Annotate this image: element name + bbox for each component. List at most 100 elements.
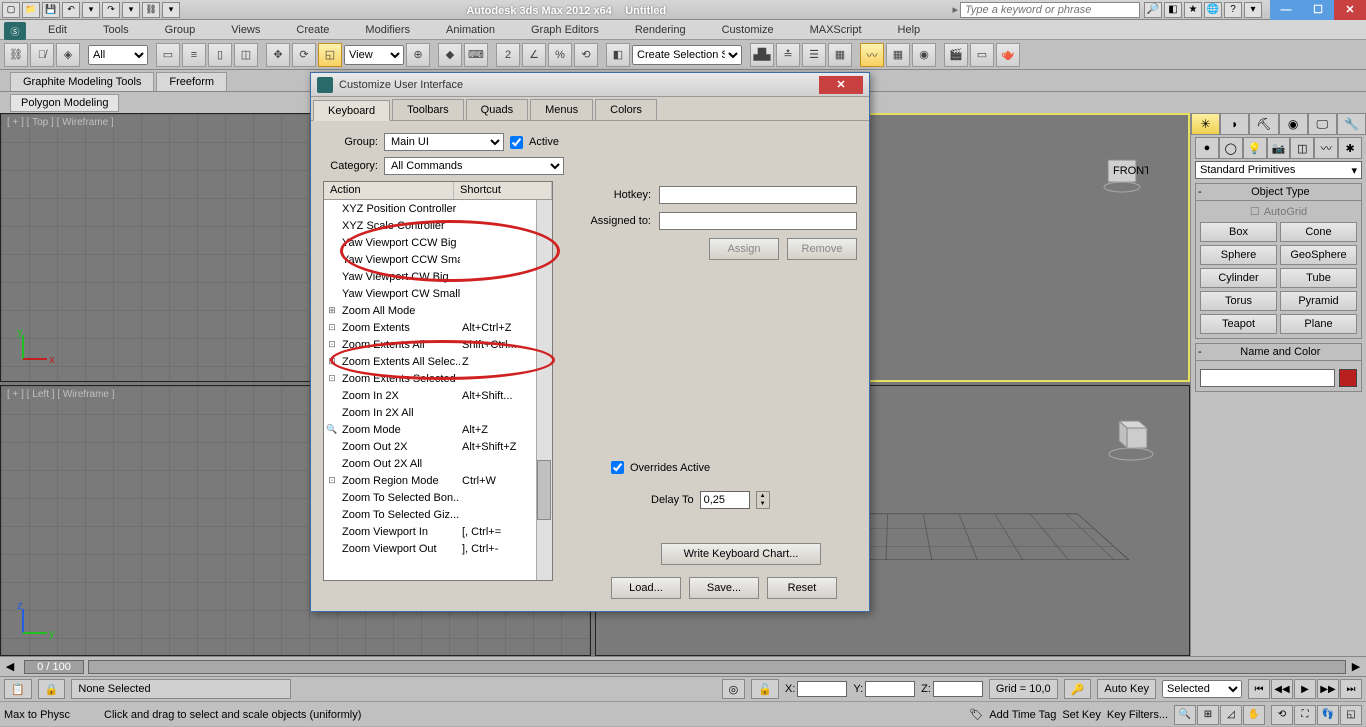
next-frame-icon[interactable]: ▶▶ [1317,679,1339,699]
tab-graphite[interactable]: Graphite Modeling Tools [10,72,154,91]
prev-frame-icon[interactable]: ◀◀ [1271,679,1293,699]
layer-mgr-icon[interactable]: ▦ [828,43,852,67]
align-icon[interactable]: ≛ [776,43,800,67]
table-row[interactable]: ⊡Zoom Extents AllShift+Ctrl... [324,336,552,353]
delay-spinner[interactable]: ▲▼ [756,491,770,509]
table-row[interactable]: Yaw Viewport CW Small [324,285,552,302]
keyfilters-button[interactable]: Key Filters... [1107,709,1168,721]
y-input[interactable] [865,681,915,697]
tab-freeform[interactable]: Freeform [156,72,227,91]
render-setup-icon[interactable]: 🎬 [944,43,968,67]
globe-icon[interactable]: 🌐 [1204,2,1222,18]
keymode-dropdown[interactable]: Selected [1162,680,1242,698]
binoculars-icon[interactable]: 🔎 [1144,2,1162,18]
table-row[interactable]: Zoom In 2X All [324,404,552,421]
pivot-icon[interactable]: ⊕ [406,43,430,67]
overrides-checkbox[interactable] [611,461,624,474]
category-dropdown[interactable]: All Commands [384,157,564,175]
menu-create[interactable]: Create [278,24,347,36]
table-row[interactable]: ⊞Zoom All Mode [324,302,552,319]
systems-icon[interactable]: ✱ [1338,137,1362,159]
menu-modifiers[interactable]: Modifiers [347,24,428,36]
search-arrow-icon[interactable]: ▸ [952,3,958,16]
geosphere-button[interactable]: GeoSphere [1280,245,1357,265]
timeline[interactable]: ◀ 0 / 100 ▶ [0,656,1366,676]
nav-region-icon[interactable]: ◱ [1340,705,1362,725]
table-row[interactable]: Zoom Out 2XAlt+Shift+Z [324,438,552,455]
tab-menus[interactable]: Menus [530,99,593,120]
maxscript-button[interactable]: Max to Physc [4,709,94,721]
plane-button[interactable]: Plane [1280,314,1357,334]
cameras-icon[interactable]: 📷 [1267,137,1291,159]
group-dropdown[interactable]: Main UI [384,133,504,151]
nav-orbit-icon[interactable]: ⟲ [1271,705,1293,725]
time-slider[interactable]: 0 / 100 [24,660,84,674]
geometry-icon[interactable]: ● [1195,137,1219,159]
motion-tab-icon[interactable]: ◉ [1279,113,1308,135]
table-row[interactable]: Zoom Out 2X All [324,455,552,472]
viewport-label[interactable]: [ + ] [ Top ] [ Wireframe ] [7,117,114,128]
table-row[interactable]: ⊡Zoom Extents All Selec...Z [324,353,552,370]
delay-input[interactable] [700,491,750,509]
table-row[interactable]: Yaw Viewport CCW Big [324,234,552,251]
maximize-button[interactable]: ☐ [1302,0,1334,20]
reset-button[interactable]: Reset [767,577,837,599]
table-row[interactable]: ⊡Zoom ExtentsAlt+Ctrl+Z [324,319,552,336]
torus-button[interactable]: Torus [1200,291,1277,311]
object-type-header[interactable]: -Object Type [1196,184,1361,201]
keyboard-icon[interactable]: ⌨ [464,43,488,67]
tab-keyboard[interactable]: Keyboard [313,100,390,121]
subtab-polygon[interactable]: Polygon Modeling [10,94,119,112]
new-icon[interactable]: ▢ [2,2,20,18]
undo-dd-icon[interactable]: ▾ [82,2,100,18]
key-icon[interactable]: 🔑 [1064,679,1092,699]
menu-tools[interactable]: Tools [85,24,147,36]
menu-views[interactable]: Views [213,24,278,36]
select-object-icon[interactable]: ▭ [156,43,180,67]
nav-maximize-icon[interactable]: ⛶ [1294,705,1316,725]
link-icon[interactable]: ⛓ [142,2,160,18]
name-color-header[interactable]: -Name and Color [1196,344,1361,361]
select-name-icon[interactable]: ≡ [182,43,206,67]
assigned-input[interactable] [659,212,857,230]
select-link-icon[interactable]: ⛓ [4,43,28,67]
selection-filter-dropdown[interactable]: All [88,45,148,65]
menu-grapheditors[interactable]: Graph Editors [513,24,617,36]
x-input[interactable] [797,681,847,697]
manip-icon[interactable]: ◆ [438,43,462,67]
scale-icon[interactable]: ◱ [318,43,342,67]
open-icon[interactable]: 📁 [22,2,40,18]
script-icon[interactable]: 📋 [4,679,32,699]
menu-animation[interactable]: Animation [428,24,513,36]
redo-dd-icon[interactable]: ▾ [122,2,140,18]
tab-quads[interactable]: Quads [466,99,528,120]
nav-walk-icon[interactable]: 👣 [1317,705,1339,725]
goto-end-icon[interactable]: ⏭ [1340,679,1362,699]
save-icon[interactable]: 💾 [42,2,60,18]
load-button[interactable]: Load... [611,577,681,599]
box-button[interactable]: Box [1200,222,1277,242]
helpers-icon[interactable]: ◫ [1290,137,1314,159]
table-row[interactable]: 🔍Zoom ModeAlt+Z [324,421,552,438]
save-button[interactable]: Save... [689,577,759,599]
table-row[interactable]: Zoom To Selected Bon... [324,489,552,506]
move-icon[interactable]: ✥ [266,43,290,67]
named-selection-dropdown[interactable]: Create Selection Se [632,45,742,65]
search-input[interactable] [960,2,1140,18]
curve-editor-icon[interactable]: 〰 [860,43,884,67]
menu-customize[interactable]: Customize [704,24,792,36]
nav-fov-icon[interactable]: ◿ [1220,705,1242,725]
timeline-right-icon[interactable]: ▶ [1346,660,1366,673]
tube-button[interactable]: Tube [1280,268,1357,288]
window-cross-icon[interactable]: ◫ [234,43,258,67]
timeline-left-icon[interactable]: ◀ [0,660,20,673]
table-row[interactable]: ⊡Zoom Region ModeCtrl+W [324,472,552,489]
cylinder-button[interactable]: Cylinder [1200,268,1277,288]
cone-button[interactable]: Cone [1280,222,1357,242]
play-icon[interactable]: ▶ [1294,679,1316,699]
table-row[interactable]: ⊡Zoom Extents Selected [324,370,552,387]
table-row[interactable]: Zoom To Selected Giz... [324,506,552,523]
material-icon[interactable]: ◉ [912,43,936,67]
table-row[interactable]: Zoom Viewport In[, Ctrl+= [324,523,552,540]
table-row[interactable]: XYZ Scale Controller [324,217,552,234]
